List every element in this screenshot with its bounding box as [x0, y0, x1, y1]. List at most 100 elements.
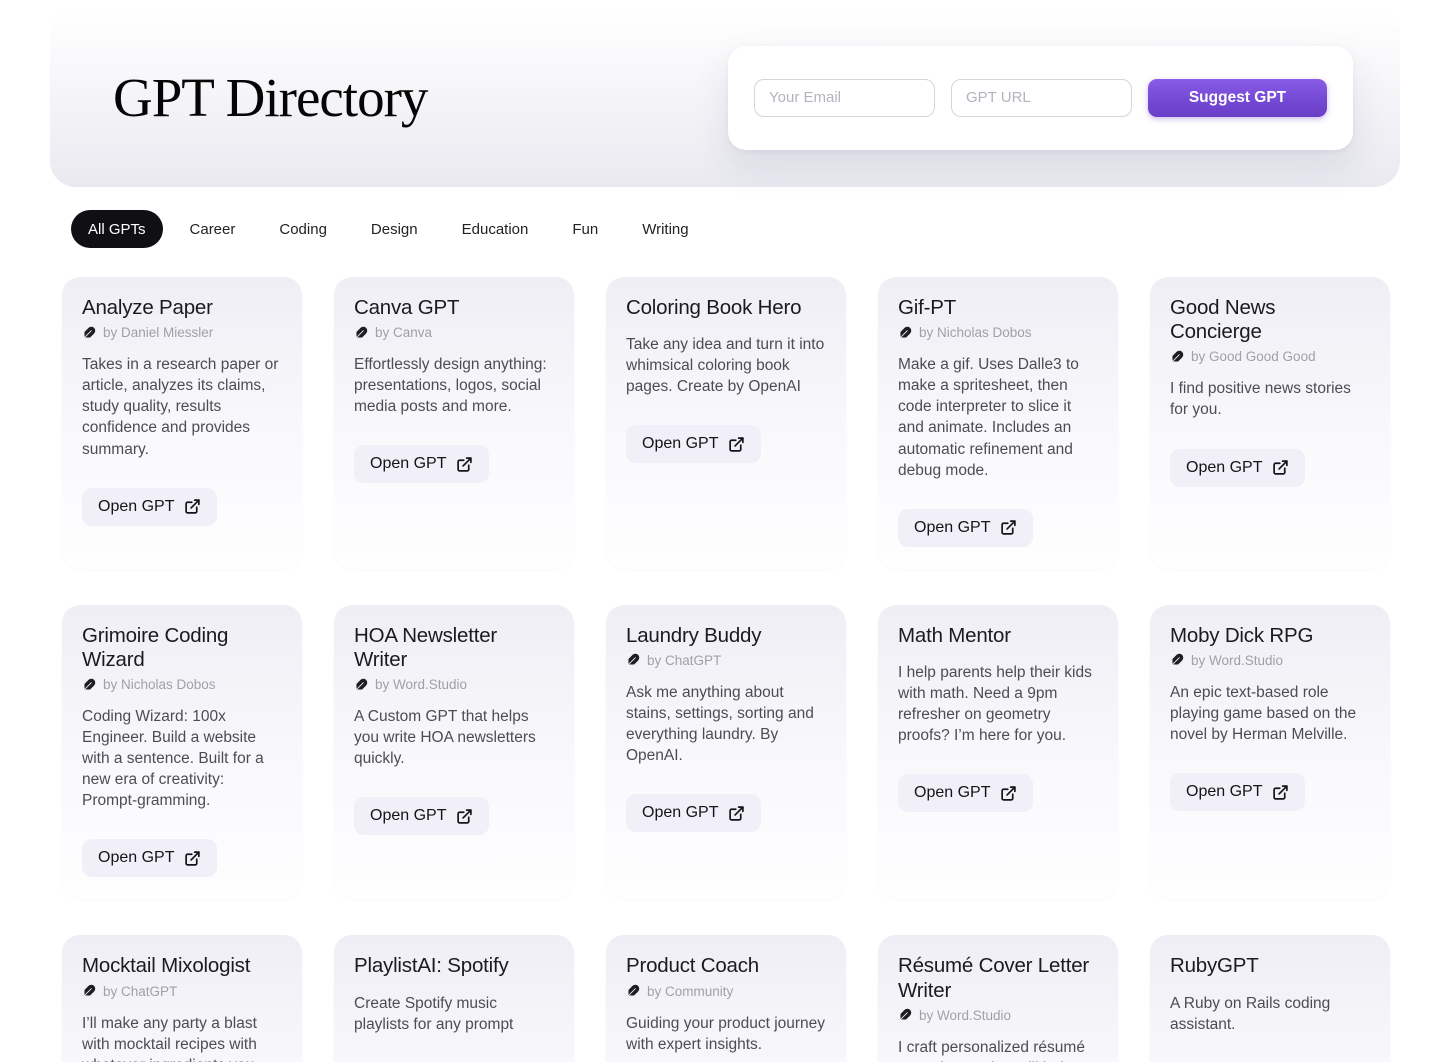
feather-icon — [898, 326, 912, 340]
gpt-url-input[interactable] — [951, 79, 1132, 117]
gpt-card: Canva GPT by Canva Effortlessly design a… — [334, 277, 574, 569]
gpt-card: Math Mentor I help parents help their ki… — [878, 605, 1118, 900]
tab-label: Writing — [642, 221, 688, 238]
open-gpt-button[interactable]: Open GPT — [354, 445, 489, 483]
gpt-card-author-label: by Word.Studio — [375, 677, 467, 692]
tab-fun[interactable]: Fun — [555, 210, 615, 248]
gpt-card-title: Moby Dick RPG — [1170, 624, 1370, 648]
tab-education[interactable]: Education — [445, 210, 546, 248]
gpt-card-title: HOA Newsletter Writer — [354, 624, 554, 672]
tab-design[interactable]: Design — [354, 210, 435, 248]
open-gpt-button[interactable]: Open GPT — [898, 774, 1033, 812]
feather-icon — [82, 678, 96, 692]
gpt-card-description: Make a gif. Uses Dalle3 to make a sprite… — [898, 354, 1098, 480]
open-gpt-label: Open GPT — [1186, 459, 1262, 477]
external-link-icon — [1000, 519, 1017, 536]
open-gpt-label: Open GPT — [914, 784, 990, 802]
gpt-card-description: An epic text-based role playing game bas… — [1170, 682, 1370, 745]
gpt-card-author: by Word.Studio — [898, 1008, 1098, 1023]
open-gpt-button[interactable]: Open GPT — [898, 509, 1033, 547]
gpt-card-description: Takes in a research paper or article, an… — [82, 354, 282, 459]
tab-label: Coding — [279, 221, 327, 238]
external-link-icon — [1272, 459, 1289, 476]
tab-coding[interactable]: Coding — [262, 210, 344, 248]
gpt-card-description: I’ll make any party a blast with mocktai… — [82, 1013, 282, 1062]
gpt-card-description: Take any idea and turn it into whimsical… — [626, 334, 826, 397]
header-band: GPT Directory Suggest GPT — [50, 8, 1400, 187]
external-link-icon — [728, 436, 745, 453]
open-gpt-label: Open GPT — [1186, 783, 1262, 801]
gpt-card-author: by ChatGPT — [626, 653, 826, 668]
gpt-card-author: by Good Good Good — [1170, 349, 1370, 364]
feather-icon — [626, 653, 640, 667]
tab-label: Career — [190, 221, 236, 238]
gpt-card: Résumé Cover Letter Writer by Word.Studi… — [878, 935, 1118, 1062]
gpt-card-description: Ask me anything about stains, settings, … — [626, 682, 826, 766]
feather-icon — [82, 326, 96, 340]
open-gpt-button[interactable]: Open GPT — [1170, 449, 1305, 487]
gpt-card: Coloring Book Hero Take any idea and tur… — [606, 277, 846, 569]
gpt-card-author: by Community — [626, 984, 826, 999]
tab-career[interactable]: Career — [173, 210, 253, 248]
gpt-card-author-label: by Word.Studio — [919, 1008, 1011, 1023]
external-link-icon — [456, 808, 473, 825]
gpt-card-description: Create Spotify music playlists for any p… — [354, 993, 554, 1035]
gpt-card-title: Grimoire Coding Wizard — [82, 624, 282, 672]
tab-all-gpts[interactable]: All GPTs — [71, 210, 163, 248]
gpt-card-title: Math Mentor — [898, 624, 1098, 648]
tab-label: All GPTs — [88, 221, 146, 238]
feather-icon — [82, 984, 96, 998]
gpt-card: RubyGPT A Ruby on Rails coding assistant… — [1150, 935, 1390, 1062]
feather-icon — [626, 984, 640, 998]
gpt-card: Gif-PT by Nicholas Dobos Make a gif. Use… — [878, 277, 1118, 569]
open-gpt-label: Open GPT — [370, 807, 446, 825]
open-gpt-button[interactable]: Open GPT — [354, 797, 489, 835]
tab-label: Fun — [572, 221, 598, 238]
gpt-card: PlaylistAI: Spotify Create Spotify music… — [334, 935, 574, 1062]
open-gpt-label: Open GPT — [98, 849, 174, 867]
gpt-card-author-label: by Daniel Miessler — [103, 325, 213, 340]
gpt-card-title: Laundry Buddy — [626, 624, 826, 648]
tab-writing[interactable]: Writing — [625, 210, 705, 248]
open-gpt-button[interactable]: Open GPT — [626, 794, 761, 832]
gpt-card-title: Product Coach — [626, 954, 826, 978]
gpt-card-author-label: by Word.Studio — [1191, 653, 1283, 668]
gpt-card: HOA Newsletter Writer by Word.Studio A C… — [334, 605, 574, 900]
tab-label: Education — [462, 221, 529, 238]
gpt-card-title: Résumé Cover Letter Writer — [898, 954, 1098, 1002]
external-link-icon — [184, 850, 201, 867]
suggest-gpt-button[interactable]: Suggest GPT — [1148, 79, 1327, 117]
open-gpt-label: Open GPT — [370, 455, 446, 473]
gpt-card-author-label: by Canva — [375, 325, 432, 340]
gpt-card-description: Coding Wizard: 100x Engineer. Build a we… — [82, 706, 282, 811]
gpt-card-title: Good News Concierge — [1170, 296, 1370, 344]
gpt-card-author-label: by Community — [647, 984, 733, 999]
gpt-card: Mocktail Mixologist by ChatGPT I’ll make… — [62, 935, 302, 1062]
gpt-card-title: Coloring Book Hero — [626, 296, 826, 320]
gpt-card-title: Analyze Paper — [82, 296, 282, 320]
gpt-card-author: by ChatGPT — [82, 984, 282, 999]
gpt-card-author-label: by ChatGPT — [647, 653, 721, 668]
feather-icon — [354, 326, 368, 340]
gpt-card-author-label: by Good Good Good — [1191, 349, 1316, 364]
gpt-card-author-label: by Nicholas Dobos — [919, 325, 1032, 340]
external-link-icon — [1000, 785, 1017, 802]
open-gpt-label: Open GPT — [642, 804, 718, 822]
feather-icon — [354, 678, 368, 692]
external-link-icon — [184, 498, 201, 515]
gpt-card: Laundry Buddy by ChatGPT Ask me anything… — [606, 605, 846, 900]
gpt-card-title: PlaylistAI: Spotify — [354, 954, 554, 978]
email-input[interactable] — [754, 79, 935, 117]
gpt-card: Product Coach by Community Guiding your … — [606, 935, 846, 1062]
tab-label: Design — [371, 221, 418, 238]
open-gpt-button[interactable]: Open GPT — [82, 839, 217, 877]
open-gpt-button[interactable]: Open GPT — [626, 425, 761, 463]
gpt-card-author-label: by Nicholas Dobos — [103, 677, 216, 692]
feather-icon — [898, 1008, 912, 1022]
open-gpt-button[interactable]: Open GPT — [82, 488, 217, 526]
open-gpt-button[interactable]: Open GPT — [1170, 773, 1305, 811]
open-gpt-label: Open GPT — [914, 519, 990, 537]
gpt-card-author: by Daniel Miessler — [82, 325, 282, 340]
gpt-card-author: by Canva — [354, 325, 554, 340]
gpt-card-author: by Nicholas Dobos — [82, 677, 282, 692]
